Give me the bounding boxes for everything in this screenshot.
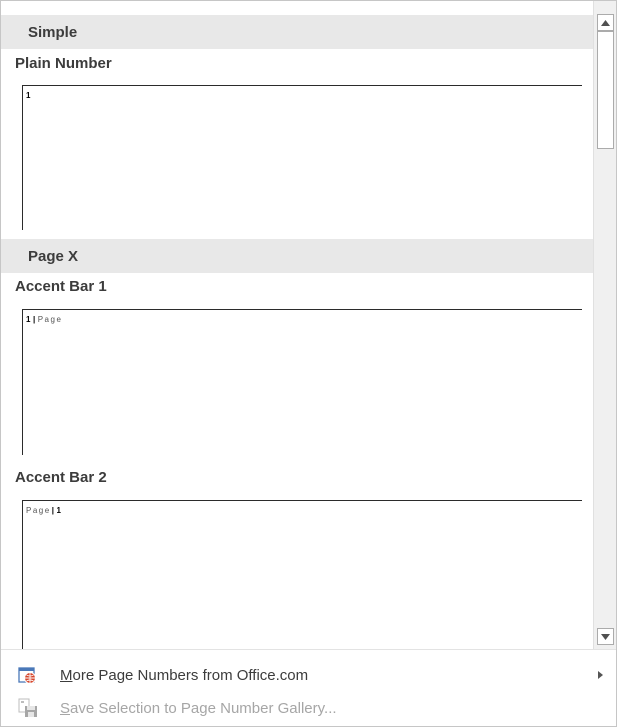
preview-number: 1 (26, 91, 32, 100)
triangle-up-icon (601, 19, 610, 26)
vertical-scrollbar[interactable] (593, 1, 616, 649)
gallery-item-accent-bar-1[interactable]: 1|Page (22, 309, 582, 455)
section-header-label: Simple (28, 23, 78, 41)
gallery-item-title-accent-bar-1: Accent Bar 1 (15, 278, 107, 295)
section-header-simple: Simple (1, 15, 593, 49)
preview-page-number: 1 (26, 91, 32, 100)
preview-word: Page (26, 506, 51, 515)
gallery-item-accent-bar-2[interactable]: Page|1 (22, 500, 582, 649)
office-globe-icon (18, 667, 36, 684)
label-text: ave Selection to Page Number Gallery... (70, 699, 337, 717)
submenu-arrow-icon (598, 671, 603, 679)
preview-page-number: Page|1 (26, 506, 62, 515)
accelerator-key: M (60, 666, 73, 684)
section-header-page-x: Page X (1, 239, 593, 273)
preview-number: 1 (26, 315, 32, 324)
preview-separator: | (51, 506, 56, 515)
gallery-pane: Simple Plain Number 1 Page X Accent Bar … (1, 1, 593, 649)
accelerator-key: S (60, 699, 71, 717)
label-text: ore Page Numbers from Office.com (72, 666, 309, 684)
triangle-down-icon (601, 633, 610, 640)
gallery-item-plain-number[interactable]: 1 (22, 85, 582, 230)
page-number-gallery-dropdown: Simple Plain Number 1 Page X Accent Bar … (0, 0, 617, 727)
scroll-down-button[interactable] (597, 628, 614, 645)
more-page-numbers-label: More Page Numbers from Office.com (60, 667, 308, 684)
preview-number: 1 (56, 506, 63, 515)
save-to-gallery-icon (18, 698, 37, 717)
gallery-item-title-plain-number: Plain Number (15, 55, 112, 72)
more-page-numbers-menu-item[interactable]: More Page Numbers from Office.com (1, 658, 616, 692)
save-selection-menu-item[interactable]: Save Selection to Page Number Gallery... (1, 691, 616, 725)
gallery-footer-menu: More Page Numbers from Office.com Save S… (1, 649, 616, 726)
preview-page-number: 1|Page (26, 315, 62, 324)
scroll-up-button[interactable] (597, 14, 614, 31)
gallery-item-title-accent-bar-2: Accent Bar 2 (15, 469, 107, 486)
section-header-label: Page X (28, 247, 79, 265)
preview-separator: | (32, 315, 37, 324)
scrollbar-thumb[interactable] (597, 31, 614, 149)
save-selection-label: Save Selection to Page Number Gallery... (60, 700, 337, 717)
preview-word: Page (37, 315, 63, 324)
